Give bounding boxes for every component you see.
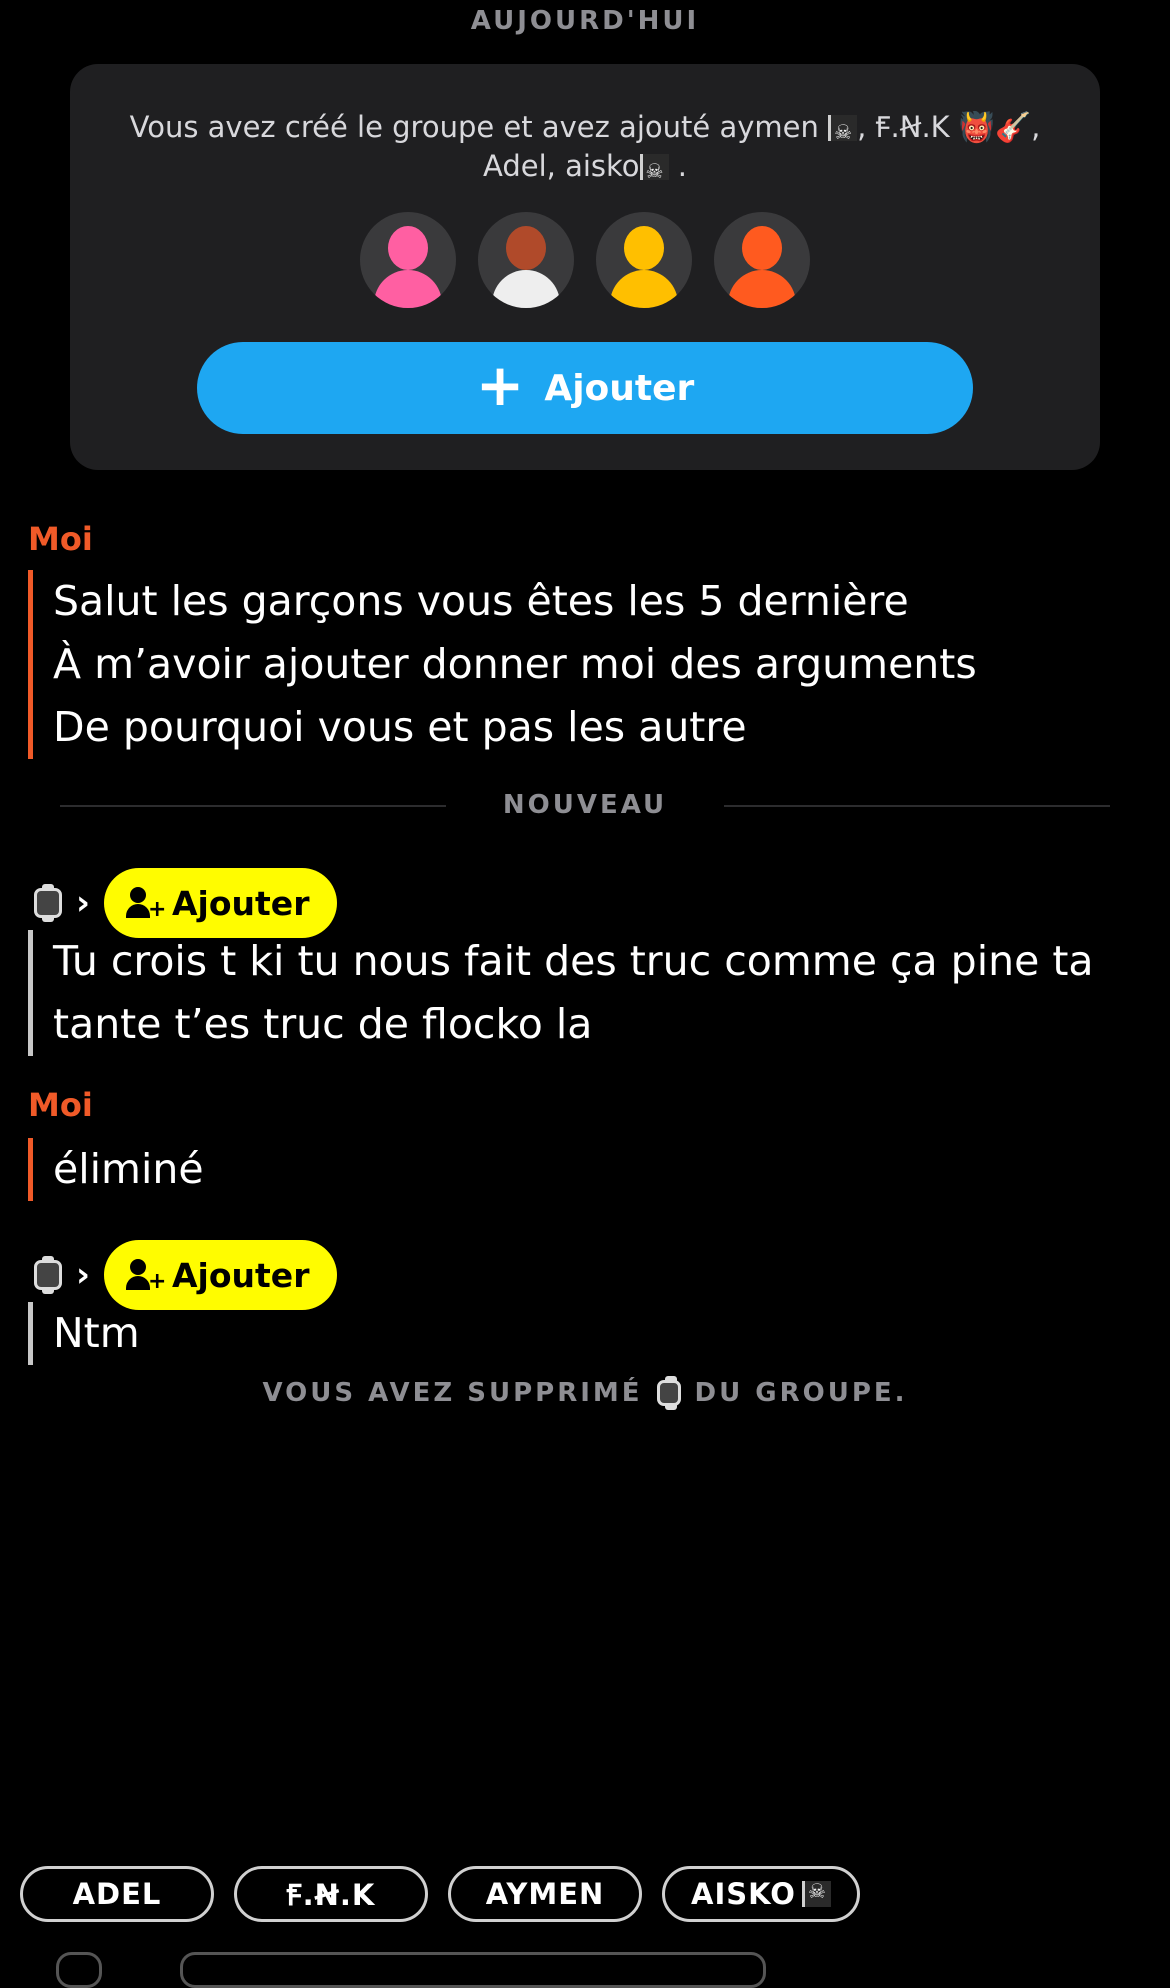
mention-pill-label: AISKO bbox=[691, 1877, 796, 1911]
devil-guitar-emoji: 👹🎸 bbox=[958, 110, 1032, 144]
card-text-line2: Adel, aisko bbox=[483, 149, 640, 183]
message-line: Tu crois t ki tu nous fait des truc comm… bbox=[53, 937, 1094, 985]
add-friend-chip[interactable]: + Ajouter bbox=[104, 868, 338, 938]
avatar-yellow[interactable] bbox=[596, 212, 692, 308]
pirate-flag-icon bbox=[801, 1879, 831, 1907]
message-bubble[interactable]: éliminé bbox=[28, 1138, 653, 1201]
add-members-button[interactable]: + Ajouter bbox=[197, 342, 973, 434]
card-text-line2-end: . bbox=[677, 149, 687, 183]
add-button-label: Ajouter bbox=[544, 367, 695, 409]
camera-button-edge[interactable] bbox=[56, 1952, 102, 1988]
avatar-bitmoji[interactable] bbox=[478, 212, 574, 308]
system-removed-notice: VOUS AVEZ SUPPRIMÉ DU GROUPE. bbox=[0, 1376, 1170, 1410]
mention-pill-aisko[interactable]: AISKO bbox=[662, 1866, 860, 1922]
watch-icon bbox=[656, 1376, 681, 1410]
message-line: tante t’es truc de flocko la bbox=[53, 1000, 593, 1048]
chip-label: Ajouter bbox=[172, 1255, 310, 1295]
group-created-card: Vous avez créé le groupe et avez ajouté … bbox=[70, 64, 1100, 470]
avatar-pink[interactable] bbox=[360, 212, 456, 308]
sender-label-me: Moi bbox=[28, 520, 93, 558]
date-header: AUJOURD'HUI bbox=[470, 6, 700, 36]
card-text-mid: , Ꞙ.Ꞥ.K bbox=[857, 110, 950, 144]
add-friend-icon: + bbox=[126, 887, 166, 921]
mention-pill-adel[interactable]: ADEL bbox=[20, 1866, 214, 1922]
sender-row: › + Ajouter bbox=[34, 1240, 338, 1310]
watch-icon bbox=[34, 884, 62, 922]
system-text-after: DU GROUPE. bbox=[694, 1378, 908, 1408]
mention-pill-aymen[interactable]: AYMEN bbox=[448, 1866, 642, 1922]
mention-pill-bar: ADEL Ꞙ.Ꞥ.K AYMEN AISKO bbox=[20, 1866, 860, 1922]
message-line: De pourquoi vous et pas les autre bbox=[53, 703, 747, 751]
chip-label: Ajouter bbox=[172, 883, 310, 923]
sender-row: › + Ajouter bbox=[34, 868, 338, 938]
divider-line-right bbox=[724, 805, 1110, 807]
avatar-orange[interactable] bbox=[714, 212, 810, 308]
pirate-flag-icon bbox=[828, 113, 858, 152]
group-created-text: Vous avez créé le groupe et avez ajouté … bbox=[70, 108, 1100, 191]
message-line: éliminé bbox=[53, 1145, 204, 1193]
message-line: Salut les garçons vous êtes les 5 derniè… bbox=[53, 577, 909, 625]
chevron-right-icon[interactable]: › bbox=[76, 883, 90, 923]
message-bubble[interactable]: Tu crois t ki tu nous fait des truc comm… bbox=[28, 930, 1153, 1056]
chevron-right-icon[interactable]: › bbox=[76, 1255, 90, 1295]
pirate-flag-icon bbox=[639, 152, 669, 191]
mention-pill-fnk[interactable]: Ꞙ.Ꞥ.K bbox=[234, 1866, 428, 1922]
member-avatars bbox=[70, 212, 1100, 308]
message-bubble[interactable]: Salut les garçons vous êtes les 5 derniè… bbox=[28, 570, 1133, 759]
sender-label-me: Moi bbox=[28, 1086, 93, 1124]
add-friend-icon: + bbox=[126, 1259, 166, 1293]
message-line: Ntm bbox=[53, 1309, 140, 1357]
message-bubble[interactable]: Ntm bbox=[28, 1302, 653, 1365]
watch-icon bbox=[34, 1256, 62, 1294]
chat-input-edge[interactable] bbox=[180, 1952, 766, 1988]
add-friend-chip[interactable]: + Ajouter bbox=[104, 1240, 338, 1310]
card-text-end: , bbox=[1031, 110, 1041, 144]
card-text-line1: Vous avez créé le groupe et avez ajouté … bbox=[129, 110, 819, 144]
plus-icon: + bbox=[475, 351, 525, 419]
system-text-before: VOUS AVEZ SUPPRIMÉ bbox=[262, 1378, 643, 1408]
message-line: À m’avoir ajouter donner moi des argumen… bbox=[53, 640, 977, 688]
